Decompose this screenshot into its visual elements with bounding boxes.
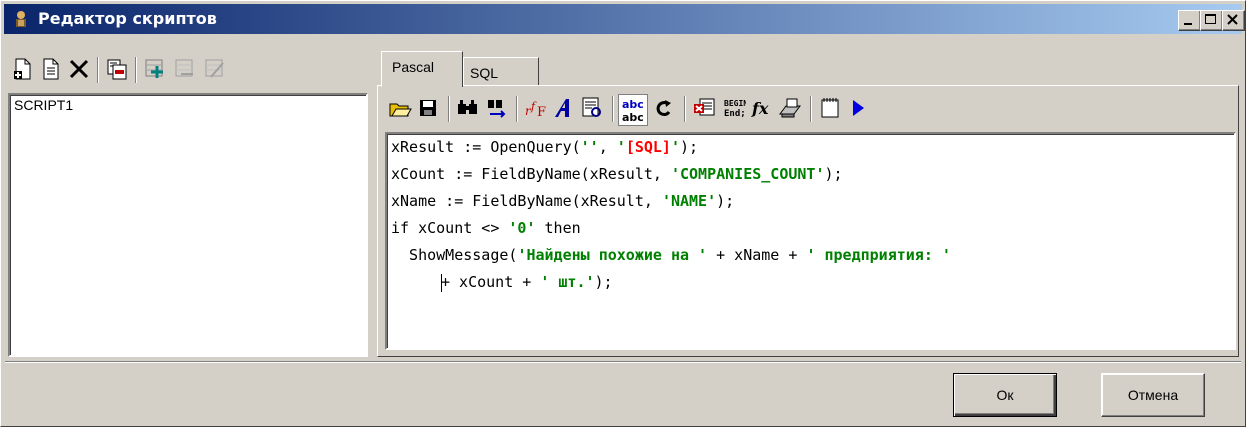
begin-end-icon[interactable]: BEGIN End; [722,96,746,120]
find-next-icon[interactable] [484,96,508,120]
font-size-icon[interactable]: r f F [524,96,548,120]
toolbar-separator [97,57,99,83]
print-preview-icon[interactable] [580,96,604,120]
code-line: + xCount + ' шт.'); [441,273,613,292]
code-line: ShowMessage('Найдены похожие на ' + xNam… [391,246,951,264]
tab-label: Pascal [392,59,435,75]
toolbar-separator [448,96,450,122]
printer-icon[interactable] [778,96,802,120]
divider [5,361,1241,363]
tab-label: SQL [470,65,499,81]
script-list-toolbar [9,53,359,87]
title-bar[interactable]: Редактор скриптов [4,4,1245,34]
script-list[interactable]: SCRIPT1 [8,93,368,357]
minimize-button[interactable] [1178,10,1201,31]
svg-text:F: F [537,105,546,120]
toolbar-separator [516,96,518,122]
script-properties-icon[interactable] [39,57,63,81]
code-editor[interactable]: xResult := OpenQuery('', '[SQL]'); xCoun… [385,132,1236,350]
close-button[interactable] [1222,10,1245,31]
minimize-icon [1184,23,1192,25]
redo-icon[interactable] [652,96,676,120]
maximize-icon [1205,14,1216,24]
delete-icon[interactable] [67,57,91,81]
code-line: xName := FieldByName(xResult, 'NAME'); [391,192,735,210]
maximize-button[interactable] [1200,10,1223,31]
svg-text:abc: abc [622,111,644,124]
svg-text:abc: abc [622,98,644,111]
open-file-icon[interactable] [388,96,412,120]
window-title: Редактор скриптов [38,9,217,28]
pascal-tab-panel: r f F abc abc BEGIN End; fx xResult:= O… [377,85,1239,357]
toolbar-separator [135,57,137,83]
copy-script-icon[interactable] [105,57,129,81]
code-line: if xCount <> '0' then [391,219,581,237]
code-line: xResult := OpenQuery('', '[SQL]'); [391,138,699,156]
edit-icon[interactable] [203,57,227,81]
blank-page-icon[interactable] [818,96,842,120]
add-icon[interactable] [143,57,167,81]
toolbar-separator [810,96,812,122]
spellcheck-icon[interactable]: abc abc [618,94,648,126]
tab-sql[interactable]: SQL [463,57,539,87]
function-icon[interactable]: fx [750,96,774,120]
close-icon [1227,14,1238,25]
toolbar-separator [684,96,686,122]
save-icon[interactable] [416,96,440,120]
svg-text:fx: fx [751,99,769,118]
ok-button[interactable]: Ок [953,373,1057,417]
script-editor-window: Редактор скриптов SCRIPT1 Pascal SQL r f… [0,0,1246,427]
svg-text:f: f [530,100,537,113]
toolbar-separator [612,96,614,122]
code-line: xCount := FieldByName(xResult, 'COMPANIE… [391,165,843,183]
svg-text:BEGIN: BEGIN [724,99,746,108]
find-icon[interactable] [456,96,480,120]
new-script-icon[interactable] [11,57,35,81]
editor-toolbar: r f F abc abc BEGIN End; fx [386,92,1232,128]
remove-icon[interactable] [173,57,197,81]
app-icon [16,11,26,27]
tab-pascal[interactable]: Pascal [381,51,463,87]
cancel-button[interactable]: Отмена [1101,373,1205,417]
list-item[interactable]: SCRIPT1 [14,97,73,113]
run-icon[interactable] [846,96,870,120]
font-icon[interactable] [552,96,576,120]
debug-icon[interactable] [692,96,716,120]
svg-text:End;: End; [724,109,746,119]
